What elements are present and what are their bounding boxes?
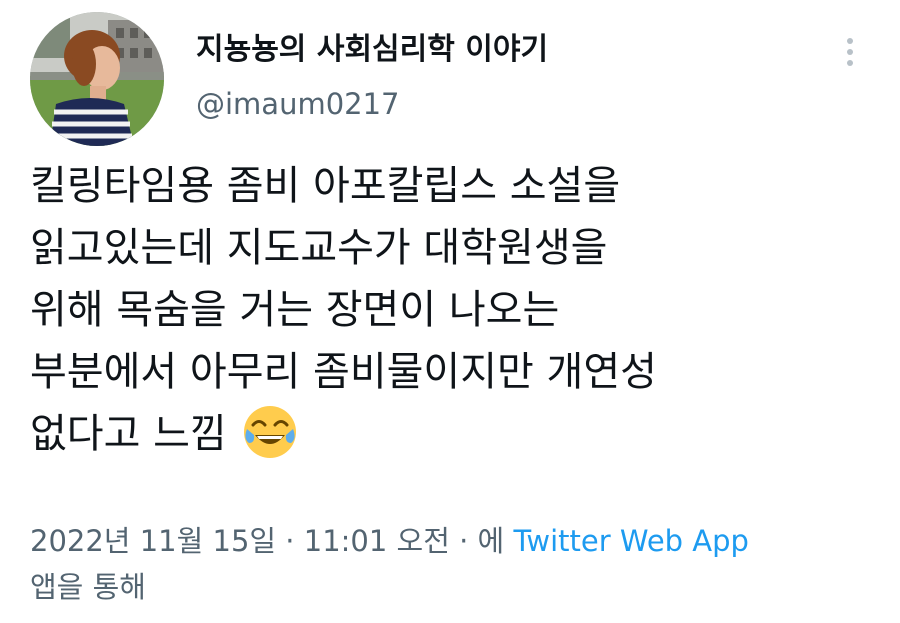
avatar-photo <box>30 12 164 146</box>
tweet-text-line: 킬링타임용 좀비 아포칼립스 소설을 <box>30 163 621 209</box>
face-with-tears-of-joy-icon <box>241 403 299 461</box>
user-names: 지뇽뇽의 사회심리학 이야기 @imaum0217 <box>196 30 548 124</box>
tweet-text-line: 부분에서 아무리 좀비물이지만 개연성 <box>30 349 657 395</box>
tweet-meta: 2022년 11월 15일 · 11:01 오전 · 에 Twitter Web… <box>30 518 875 610</box>
tweet-text-line: 위해 목숨을 거는 장면이 나오는 <box>30 287 560 333</box>
more-vertical-icon <box>847 38 853 66</box>
display-name[interactable]: 지뇽뇽의 사회심리학 이야기 <box>196 30 548 70</box>
tweet-text-line: 읽고있는데 지도교수가 대학원생을 <box>30 225 608 271</box>
meta-suffix: 앱을 통해 <box>30 570 146 604</box>
user-handle[interactable]: @imaum0217 <box>196 84 548 124</box>
avatar[interactable] <box>30 12 164 146</box>
tweet-text-line: 없다고 느낌 <box>30 411 227 457</box>
source-link[interactable]: Twitter Web App <box>513 524 749 558</box>
timestamp[interactable]: 2022년 11월 15일 · 11:01 오전 · 에 <box>30 524 504 558</box>
more-options-button[interactable] <box>830 32 870 72</box>
tweet-text: 킬링타임용 좀비 아포칼립스 소설을 읽고있는데 지도교수가 대학원생을 위해 … <box>30 155 875 465</box>
tweet-text-last-line: 없다고 느낌 <box>30 403 875 465</box>
meta-row: 2022년 11월 15일 · 11:01 오전 · 에 Twitter Web… <box>30 518 875 564</box>
tweet: 지뇽뇽의 사회심리학 이야기 @imaum0217 킬링타임용 좀비 아포칼립스… <box>0 0 900 623</box>
tweet-header: 지뇽뇽의 사회심리학 이야기 @imaum0217 <box>30 12 870 146</box>
